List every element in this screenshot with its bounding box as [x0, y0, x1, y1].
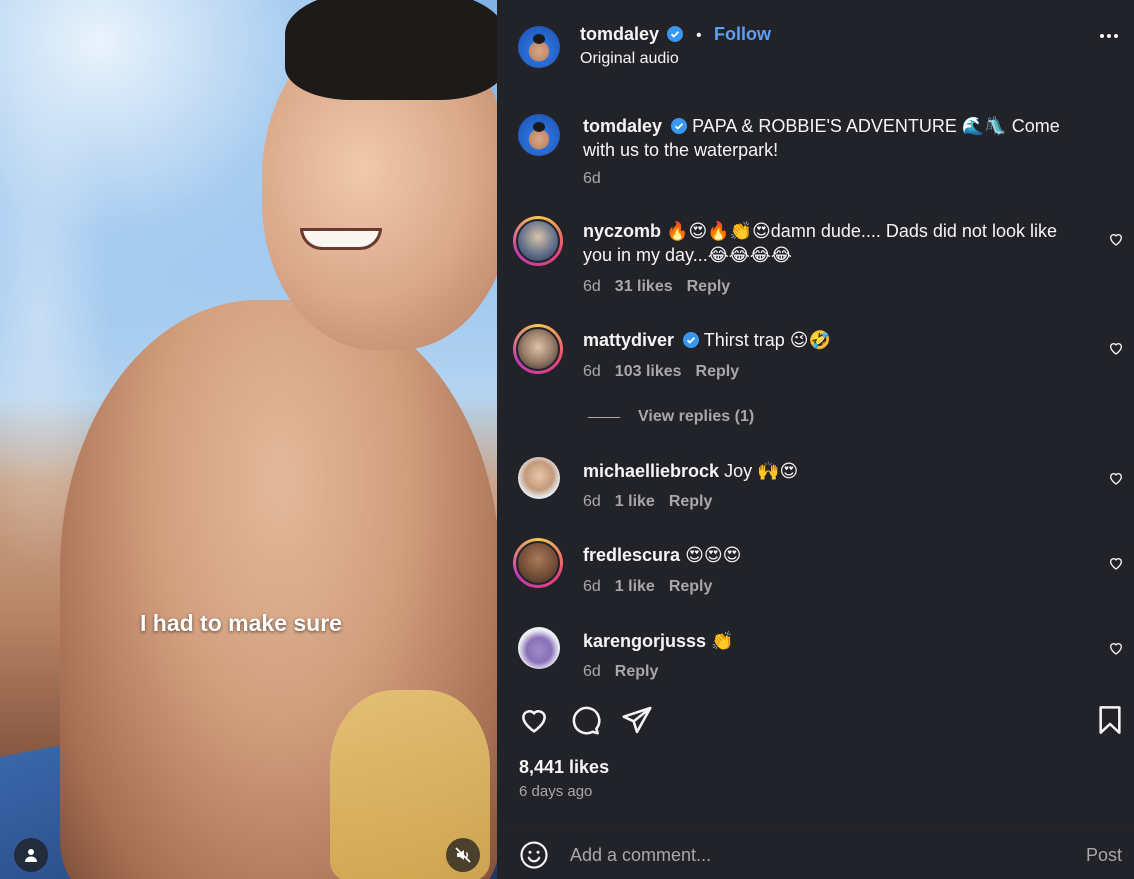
header-separator: •	[695, 27, 702, 44]
comment-likes[interactable]: 103 likes	[615, 363, 682, 381]
comment-time[interactable]: 6d	[583, 278, 601, 296]
follow-button[interactable]: Follow	[714, 24, 771, 44]
comment-username[interactable]: nyczomb	[583, 221, 661, 241]
reel-video[interactable]: I had to make sure	[0, 0, 497, 879]
verified-badge-icon	[667, 26, 684, 42]
comment-likes[interactable]: 31 likes	[615, 278, 673, 296]
post-header: tomdaley • Follow Original audio	[497, 0, 1134, 95]
comment-icon[interactable]	[569, 704, 601, 736]
comment-text-block: nyczomb 🔥😍🔥👏😍damn dude.... Dads did not …	[583, 219, 1073, 267]
comment-text-block: mattydiver Thirst trap 😉🤣	[583, 328, 1073, 352]
avatar-mattydiver[interactable]	[513, 324, 563, 374]
post-actions	[497, 700, 1134, 740]
comment-like-icon[interactable]	[1108, 640, 1124, 656]
comment-meta: 6d Reply	[583, 663, 658, 681]
comment-likes[interactable]: 1 like	[615, 493, 655, 511]
verified-badge-icon	[683, 332, 700, 348]
comment-like-icon[interactable]	[1108, 340, 1124, 356]
bookmark-icon[interactable]	[1094, 704, 1126, 736]
caption-time[interactable]: 6d	[583, 170, 601, 188]
avatar-tomdaley[interactable]	[518, 26, 560, 68]
reply-button[interactable]: Reply	[696, 363, 740, 381]
comment-meta: 6d 1 like Reply	[583, 578, 712, 596]
reply-button[interactable]: Reply	[669, 578, 713, 596]
comment-meta: 6d 103 likes Reply	[583, 363, 739, 381]
avatar-michaelliebrock[interactable]	[518, 457, 560, 499]
comment-text: 👏	[711, 631, 734, 651]
comment-time[interactable]: 6d	[583, 578, 601, 596]
share-send-icon[interactable]	[621, 704, 653, 736]
view-replies-button[interactable]: View replies (1)	[588, 408, 754, 426]
verified-badge-icon	[671, 118, 688, 134]
avatar-fredlescura[interactable]	[513, 538, 563, 588]
comment-text-block: karengorjusss 👏	[583, 629, 1073, 653]
comment-text-block: michaelliebrock Joy 🙌😍	[583, 459, 1073, 483]
video-person-smile	[300, 228, 382, 250]
comment-username[interactable]: michaelliebrock	[583, 461, 719, 481]
comment-like-icon[interactable]	[1108, 231, 1124, 247]
caption-meta: 6d	[583, 170, 601, 188]
more-options-icon[interactable]	[1100, 34, 1118, 38]
comment-input[interactable]: Add a comment...	[570, 845, 711, 866]
audio-link[interactable]: Original audio	[580, 50, 679, 68]
header-username[interactable]: tomdaley	[580, 24, 659, 44]
comment-time[interactable]: 6d	[583, 663, 601, 681]
reply-button[interactable]: Reply	[669, 493, 713, 511]
comment-username[interactable]: fredlescura	[583, 545, 680, 565]
comment-like-icon[interactable]	[1108, 555, 1124, 571]
comment-likes[interactable]: 1 like	[615, 578, 655, 596]
header-user-line: tomdaley • Follow	[580, 24, 771, 45]
like-heart-icon[interactable]	[518, 704, 550, 736]
add-comment-bar: Add a comment... Post	[497, 828, 1134, 879]
post-button[interactable]: Post	[1086, 845, 1122, 866]
video-person-hair	[285, 0, 497, 100]
comment-text: 😍😍😍	[685, 545, 742, 565]
comment-time[interactable]: 6d	[583, 363, 601, 381]
likes-count[interactable]: 8,441 likes	[519, 757, 609, 778]
comment-text: Joy 🙌😍	[724, 461, 799, 481]
user-icon[interactable]	[14, 838, 48, 872]
post-timestamp[interactable]: 6 days ago	[519, 783, 592, 800]
caption-username[interactable]: tomdaley	[583, 116, 662, 136]
comment-username[interactable]: karengorjusss	[583, 631, 706, 651]
reply-button[interactable]: Reply	[687, 278, 731, 296]
avatar-karengorjusss[interactable]	[518, 627, 560, 669]
post-panel: tomdaley • Follow Original audio tomdale…	[497, 0, 1134, 879]
emoji-icon[interactable]	[519, 840, 549, 870]
video-caption: I had to make sure	[140, 610, 342, 636]
comment-username[interactable]: mattydiver	[583, 330, 674, 350]
comment-text-block: fredlescura 😍😍😍	[583, 543, 1073, 567]
comment-text: Thirst trap 😉🤣	[703, 330, 831, 350]
speaker-muted-icon[interactable]	[446, 838, 480, 872]
caption-text-block: tomdaley PAPA & ROBBIE'S ADVENTURE 🌊🛝 Co…	[583, 114, 1073, 162]
reply-button[interactable]: Reply	[615, 663, 659, 681]
view-replies-label: View replies (1)	[638, 408, 755, 425]
comment-like-icon[interactable]	[1108, 470, 1124, 486]
comment-meta: 6d 1 like Reply	[583, 493, 712, 511]
replies-divider-line	[588, 416, 620, 418]
avatar-tomdaley-caption[interactable]	[518, 114, 560, 156]
avatar-nyczomb[interactable]	[513, 216, 563, 266]
comment-meta: 6d 31 likes Reply	[583, 278, 730, 296]
comment-time[interactable]: 6d	[583, 493, 601, 511]
